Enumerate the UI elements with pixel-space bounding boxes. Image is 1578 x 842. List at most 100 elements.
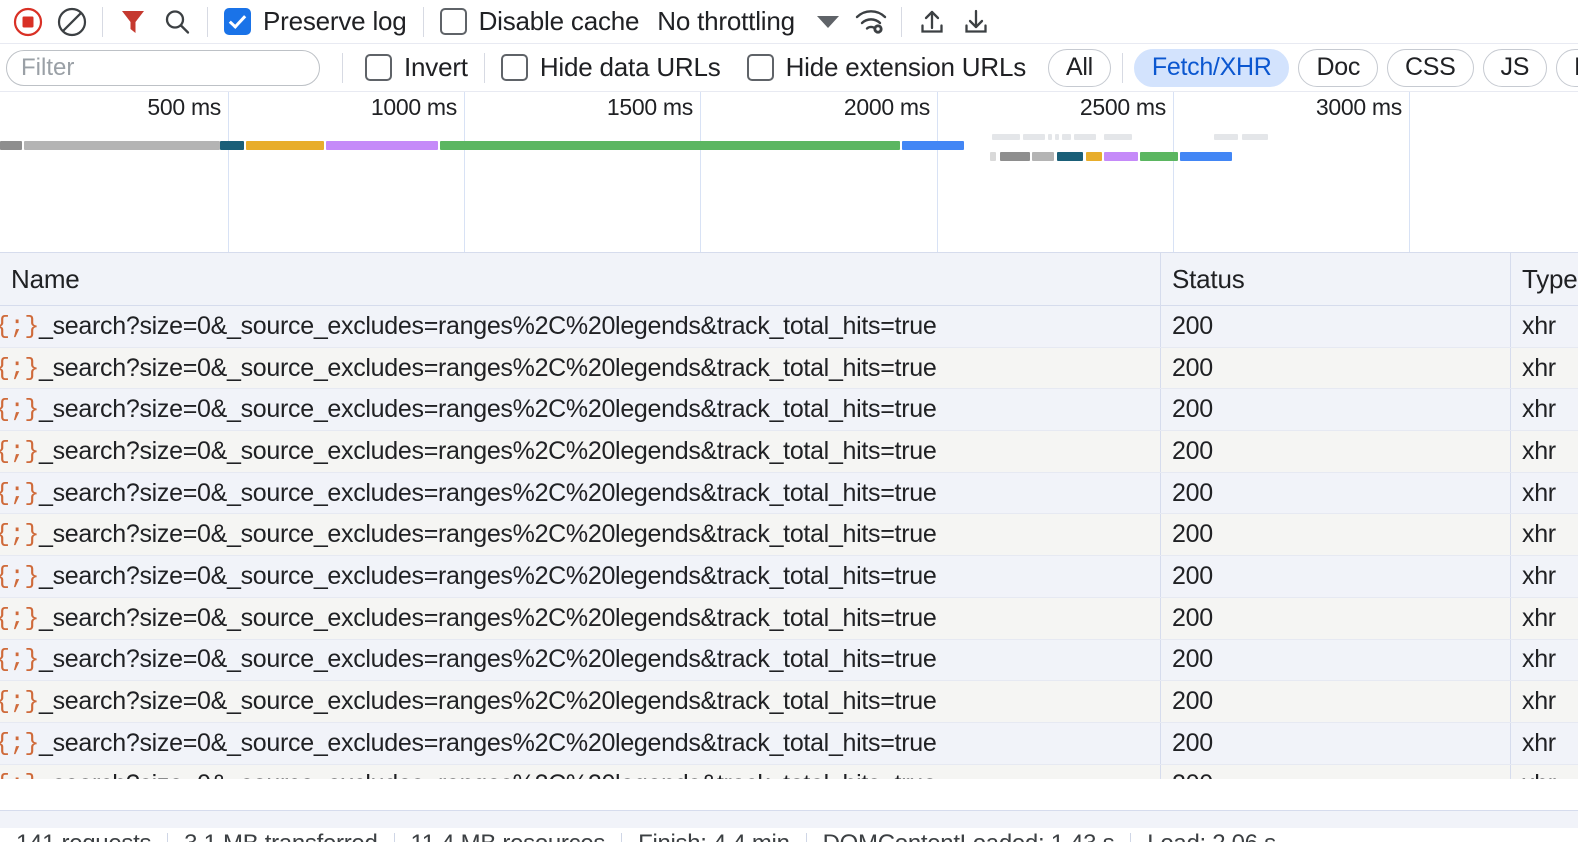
search-icon[interactable]	[155, 1, 199, 43]
preserve-log-box[interactable]	[224, 8, 251, 35]
cell-name[interactable]: {;}_search?size=0&_source_excludes=range…	[0, 556, 1160, 597]
table-row[interactable]: {;}_search?size=0&_source_excludes=range…	[0, 765, 1578, 779]
filter-input[interactable]	[6, 50, 320, 86]
chip-js[interactable]: JS	[1483, 49, 1548, 87]
hide-extension-urls-box[interactable]	[747, 54, 774, 81]
status-requests: 141 requests	[0, 830, 167, 842]
throttling-value: No throttling	[657, 6, 795, 37]
clear-icon[interactable]	[50, 1, 94, 43]
status-bar-inner: 141 requests 3.1 MB transferred 11.4 MB …	[0, 828, 1578, 842]
column-header-type[interactable]: Type	[1510, 253, 1578, 305]
cell-name[interactable]: {;}_search?size=0&_source_excludes=range…	[0, 473, 1160, 514]
overview-gridline	[1409, 92, 1410, 252]
json-braces-icon: {;}	[4, 605, 30, 631]
record-stop-icon[interactable]	[6, 1, 50, 43]
overview-bar-segment	[902, 141, 964, 150]
overview-gridline	[464, 92, 465, 252]
table-row[interactable]: {;}_search?size=0&_source_excludes=range…	[0, 723, 1578, 765]
table-row[interactable]: {;}_search?size=0&_source_excludes=range…	[0, 431, 1578, 473]
chips-divider	[1122, 53, 1123, 83]
status-domcontentloaded: DOMContentLoaded: 1.43 s	[807, 830, 1131, 842]
table-row[interactable]: {;}_search?size=0&_source_excludes=range…	[0, 473, 1578, 515]
overview-bar-segment	[1140, 152, 1178, 161]
table-row[interactable]: {;}_search?size=0&_source_excludes=range…	[0, 514, 1578, 556]
chevron-down-icon[interactable]	[817, 16, 839, 28]
toolbar-divider-1	[102, 7, 103, 37]
chip-all[interactable]: All	[1048, 49, 1111, 87]
request-name-label: _search?size=0&_source_excludes=ranges%2…	[39, 312, 936, 341]
cell-name[interactable]: {;}_search?size=0&_source_excludes=range…	[0, 681, 1160, 722]
cell-name[interactable]: {;}_search?size=0&_source_excludes=range…	[0, 306, 1160, 347]
cell-status: 200	[1160, 723, 1510, 764]
table-row[interactable]: {;}_search?size=0&_source_excludes=range…	[0, 389, 1578, 431]
json-braces-icon: {;}	[4, 563, 30, 589]
table-row[interactable]: {;}_search?size=0&_source_excludes=range…	[0, 598, 1578, 640]
json-braces-icon: {;}	[4, 730, 30, 756]
cell-name[interactable]: {;}_search?size=0&_source_excludes=range…	[0, 598, 1160, 639]
overview-request-tick	[992, 134, 1020, 140]
hide-data-urls-box[interactable]	[501, 54, 528, 81]
hide-data-urls-label: Hide data URLs	[540, 52, 721, 83]
throttling-dropdown[interactable]: No throttling	[647, 6, 849, 37]
status-load: Load: 2.06 s	[1131, 830, 1292, 842]
wifi-settings-icon[interactable]	[849, 1, 893, 43]
cell-status: 200	[1160, 556, 1510, 597]
cell-type: xhr	[1510, 306, 1578, 347]
cell-name[interactable]: {;}_search?size=0&_source_excludes=range…	[0, 765, 1160, 779]
overview-gridline	[1173, 92, 1174, 252]
cell-name[interactable]: {;}_search?size=0&_source_excludes=range…	[0, 640, 1160, 681]
overview-request-tick	[1104, 134, 1132, 140]
cell-name[interactable]: {;}_search?size=0&_source_excludes=range…	[0, 389, 1160, 430]
cell-name[interactable]: {;}_search?size=0&_source_excludes=range…	[0, 431, 1160, 472]
table-row[interactable]: {;}_search?size=0&_source_excludes=range…	[0, 681, 1578, 723]
invert-box[interactable]	[365, 54, 392, 81]
cell-type: xhr	[1510, 348, 1578, 389]
overview-bar-segment	[326, 141, 438, 150]
table-row[interactable]: {;}_search?size=0&_source_excludes=range…	[0, 306, 1578, 348]
column-header-name[interactable]: Name	[0, 253, 1160, 305]
filterbar-divider-1	[342, 53, 343, 83]
chip-css[interactable]: CSS	[1387, 49, 1474, 87]
json-braces-icon: {;}	[4, 355, 30, 381]
hide-extension-urls-checkbox[interactable]: Hide extension URLs	[729, 52, 1034, 83]
disable-cache-checkbox[interactable]: Disable cache	[432, 6, 648, 37]
cell-status: 200	[1160, 598, 1510, 639]
chip-font[interactable]: Font	[1556, 49, 1578, 87]
cell-name[interactable]: {;}_search?size=0&_source_excludes=range…	[0, 723, 1160, 764]
cell-type: xhr	[1510, 431, 1578, 472]
overview-gridline	[700, 92, 701, 252]
overview-tick-label: 2500 ms	[1080, 94, 1173, 121]
json-braces-icon: {;}	[4, 522, 30, 548]
cell-type: xhr	[1510, 514, 1578, 555]
request-name-label: _search?size=0&_source_excludes=ranges%2…	[39, 395, 936, 424]
requests-table-body[interactable]: {;} _search?size=0&_source_excludes=range…	[0, 306, 1578, 779]
cell-type: xhr	[1510, 681, 1578, 722]
filter-funnel-icon[interactable]	[111, 1, 155, 43]
network-overview-timeline[interactable]: 500 ms1000 ms1500 ms2000 ms2500 ms3000 m…	[0, 92, 1578, 253]
hide-data-urls-checkbox[interactable]: Hide data URLs	[493, 52, 729, 83]
column-header-status[interactable]: Status	[1160, 253, 1510, 305]
cell-name[interactable]: {;}_search?size=0&_source_excludes=range…	[0, 514, 1160, 555]
table-row[interactable]: {;}_search?size=0&_source_excludes=range…	[0, 556, 1578, 598]
table-row[interactable]: {;}_search?size=0&_source_excludes=range…	[0, 348, 1578, 390]
import-har-icon[interactable]	[910, 1, 954, 43]
cell-type: xhr	[1510, 765, 1578, 779]
status-resources: 11.4 MB resources	[395, 830, 622, 842]
cell-status: 200	[1160, 431, 1510, 472]
cell-type: xhr	[1510, 640, 1578, 681]
preserve-log-checkbox[interactable]: Preserve log	[216, 6, 415, 37]
cell-status: 200	[1160, 306, 1510, 347]
preserve-log-label: Preserve log	[263, 6, 407, 37]
invert-checkbox[interactable]: Invert	[357, 52, 476, 83]
json-braces-icon: {;}	[4, 647, 30, 673]
overview-bar-segment	[0, 141, 22, 150]
chip-fetch-xhr[interactable]: Fetch/XHR	[1134, 49, 1290, 87]
table-row[interactable]: {;}_search?size=0&_source_excludes=range…	[0, 640, 1578, 682]
overview-bar-segment	[990, 152, 996, 161]
export-har-icon[interactable]	[954, 1, 998, 43]
cell-name[interactable]: {;}_search?size=0&_source_excludes=range…	[0, 348, 1160, 389]
chip-doc[interactable]: Doc	[1298, 49, 1378, 87]
toolbar-divider-2	[207, 7, 208, 37]
disable-cache-box[interactable]	[440, 8, 467, 35]
request-name-label: _search?size=0&_source_excludes=ranges%2…	[39, 770, 936, 779]
